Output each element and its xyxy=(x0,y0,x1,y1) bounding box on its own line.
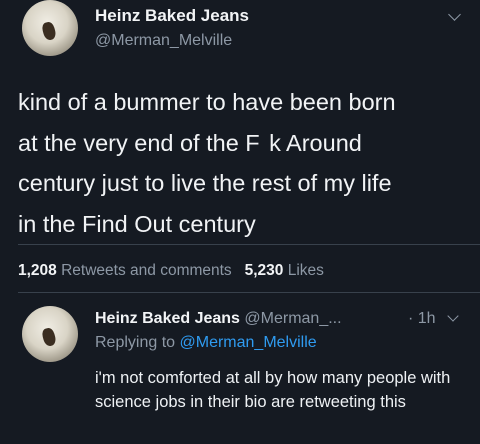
likes-label[interactable]: Likes xyxy=(288,262,324,279)
avatar[interactable] xyxy=(22,306,78,362)
chevron-down-icon[interactable] xyxy=(447,310,459,322)
retweets-label[interactable]: Retweets and comments xyxy=(61,262,232,279)
tweet-stats: 1,208 Retweets and comments 5,230 Likes xyxy=(18,262,324,280)
avatar[interactable] xyxy=(22,0,78,56)
reply-author-name[interactable]: Heinz Baked Jeans xyxy=(95,310,240,327)
replying-prefix: Replying to xyxy=(95,334,176,351)
main-tweet: Heinz Baked Jeans @Merman_Melville kind … xyxy=(0,0,480,296)
author-name[interactable]: Heinz Baked Jeans xyxy=(95,6,249,26)
chevron-down-icon[interactable] xyxy=(448,8,461,21)
replying-to-link[interactable]: @Merman_Melville xyxy=(180,334,317,351)
tweet-text: kind of a bummer to have been born at th… xyxy=(18,89,396,237)
reply-text: i'm not comforted at all by how many peo… xyxy=(95,369,451,411)
author-handle[interactable]: @Merman_Melville xyxy=(95,32,232,50)
divider xyxy=(18,244,480,245)
reply-author-handle[interactable]: @Merman_... xyxy=(244,310,341,327)
likes-count[interactable]: 5,230 xyxy=(245,262,284,279)
divider xyxy=(18,292,480,293)
reply-timestamp[interactable]: · 1h xyxy=(408,310,436,328)
reply-header: Heinz Baked Jeans @Merman_... xyxy=(95,310,342,328)
replying-to: Replying to @Merman_Melville xyxy=(95,334,317,352)
retweets-count[interactable]: 1,208 xyxy=(18,262,57,279)
